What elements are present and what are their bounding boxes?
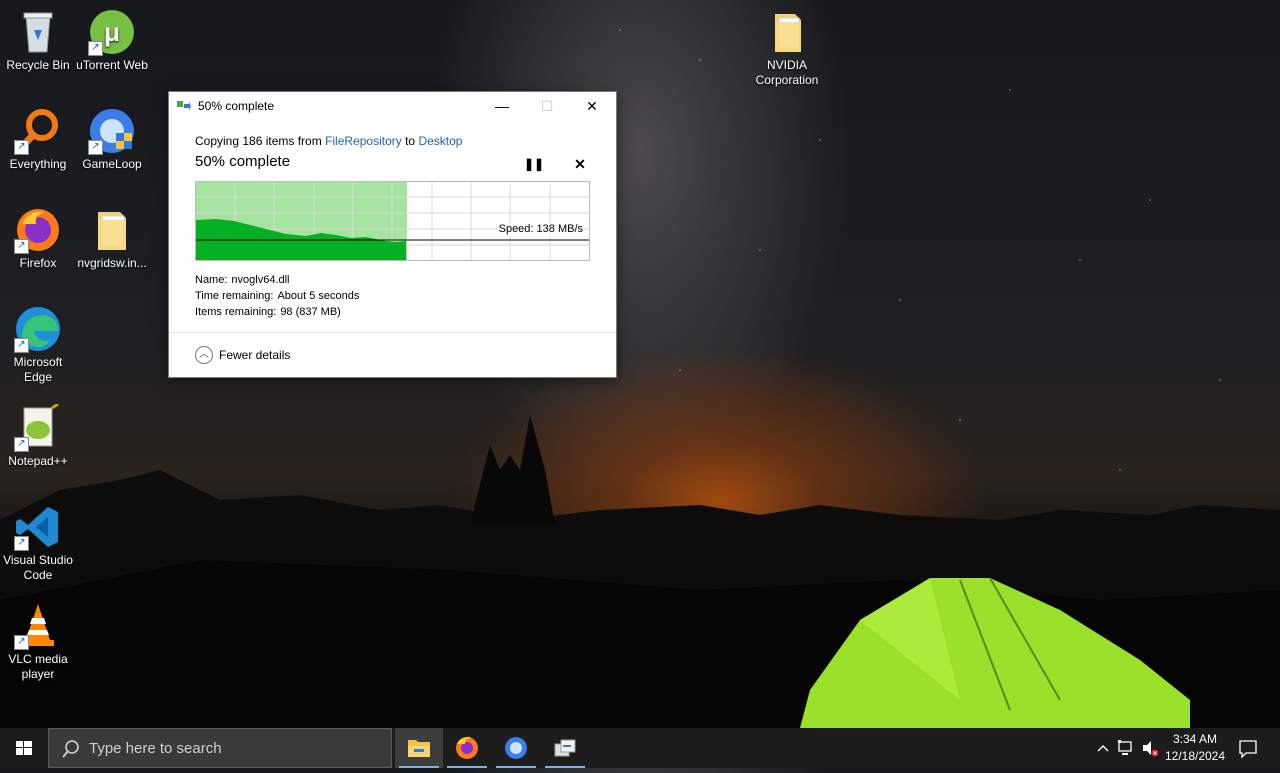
transfer-details: Name: nvoglv64.dll Time remaining: About 5…	[195, 272, 359, 320]
cancel-button[interactable]: ✕	[570, 154, 590, 174]
search-placeholder: Type here to search	[89, 740, 222, 757]
speed-label: Speed: 138 MB/s	[498, 223, 583, 235]
file-copy-icon	[554, 739, 576, 757]
desktop-icon-recycle-bin[interactable]: Recycle Bin	[0, 8, 76, 73]
speed-graph-chart	[196, 182, 589, 260]
notification-icon	[1239, 740, 1257, 759]
pause-button[interactable]: ❚❚	[524, 154, 544, 174]
time-remaining-row: Time remaining: About 5 seconds	[195, 290, 360, 302]
copy-progress-dialog: 50% complete — ☐ ✕ Copying 186 items fro…	[168, 91, 617, 378]
firefox-icon: ↗	[14, 206, 62, 254]
desktop-icon-nvidia-folder[interactable]: NVIDIA Corporation	[749, 8, 825, 88]
everything-search-icon: ↗	[14, 107, 62, 155]
shortcut-arrow-icon: ↗	[14, 437, 29, 452]
divider	[169, 332, 616, 333]
desktop-icon-firefox[interactable]: ↗ Firefox	[0, 206, 76, 271]
start-button[interactable]	[0, 728, 48, 768]
taskbar-search-box[interactable]: Type here to search	[48, 728, 392, 768]
shortcut-arrow-icon: ↗	[14, 536, 29, 551]
desktop-icon-nvgridsw-folder[interactable]: nvgridsw.in...	[74, 206, 150, 271]
desktop-icon-vlc[interactable]: ↗ VLC media player	[0, 602, 76, 682]
folder-icon	[88, 206, 136, 254]
windows-logo-icon	[16, 741, 32, 755]
taskbar-clock[interactable]: 3:34 AM 12/18/2024	[1160, 731, 1230, 765]
utorrent-icon: μ ↗	[88, 8, 136, 56]
copy-description: Copying 186 items from FileRepository to…	[195, 134, 463, 148]
volume-muted-icon	[1143, 741, 1159, 757]
taskbar-app-firefox[interactable]	[443, 728, 491, 768]
edge-icon: ↗	[14, 305, 62, 353]
maximize-button[interactable]: ☐	[524, 92, 570, 121]
shortcut-arrow-icon: ↗	[88, 41, 103, 56]
recycle-bin-icon	[14, 8, 62, 56]
search-icon	[62, 740, 79, 758]
chevron-up-icon	[1097, 745, 1109, 752]
desktop-icon-microsoft-edge[interactable]: ↗ Microsoft Edge	[0, 305, 76, 385]
shortcut-arrow-icon: ↗	[14, 239, 29, 254]
destination-folder-link[interactable]: Desktop	[418, 134, 462, 148]
file-explorer-icon	[408, 740, 430, 757]
folder-icon	[763, 8, 811, 56]
progress-status: 50% complete	[195, 153, 291, 170]
action-center-button[interactable]	[1232, 728, 1264, 768]
file-copy-icon	[177, 101, 191, 110]
source-folder-link[interactable]: FileRepository	[325, 134, 402, 148]
vscode-icon: ↗	[14, 503, 62, 551]
window-title: 50% complete	[198, 99, 275, 113]
desktop-icon-notepadpp[interactable]: ↗ Notepad++	[0, 402, 76, 469]
notepadpp-icon: ↗	[14, 402, 62, 452]
svg-text:μ: μ	[104, 17, 120, 47]
taskbar-app-gameloop[interactable]	[492, 728, 540, 768]
shortcut-arrow-icon: ↗	[88, 140, 103, 155]
clock-time: 3:34 AM	[1172, 732, 1218, 746]
title-bar[interactable]: 50% complete — ☐ ✕	[169, 92, 616, 121]
vlc-icon: ↗	[14, 602, 62, 650]
file-name-row: Name: nvoglv64.dll	[195, 274, 290, 286]
volume-button[interactable]	[1140, 728, 1160, 768]
gameloop-icon	[505, 737, 527, 759]
shortcut-arrow-icon: ↗	[14, 338, 29, 353]
shortcut-arrow-icon: ↗	[14, 635, 29, 650]
taskbar-app-file-copy[interactable]	[541, 728, 589, 768]
desktop-icon-gameloop[interactable]: ↗ GameLoop	[74, 107, 150, 172]
minimize-button[interactable]: —	[479, 92, 525, 121]
show-hidden-icons-button[interactable]	[1094, 728, 1112, 768]
close-button[interactable]: ✕	[569, 92, 615, 121]
gameloop-icon: ↗	[88, 107, 136, 155]
desktop-icon-vscode[interactable]: ↗ Visual Studio Code	[0, 503, 76, 583]
shortcut-arrow-icon: ↗	[14, 140, 29, 155]
desktop-icon-utorrent-web[interactable]: μ ↗ uTorrent Web	[74, 8, 150, 73]
network-icon	[1118, 740, 1132, 755]
clock-date: 12/18/2024	[1164, 749, 1226, 763]
firefox-icon	[456, 736, 478, 759]
desktop-icon-everything[interactable]: ↗ Everything	[0, 107, 76, 172]
network-status-button[interactable]	[1116, 728, 1136, 768]
transfer-speed-graph: Speed: 138 MB/s	[195, 181, 590, 261]
taskbar-app-file-explorer[interactable]	[395, 728, 443, 768]
items-remaining-row: Items remaining: 98 (837 MB)	[195, 306, 341, 318]
fewer-details-toggle[interactable]: ︿ Fewer details	[195, 346, 290, 364]
chevron-up-icon: ︿	[195, 346, 213, 364]
taskbar: Type here to search 3:34 AM 12/18/2024	[0, 728, 1280, 768]
